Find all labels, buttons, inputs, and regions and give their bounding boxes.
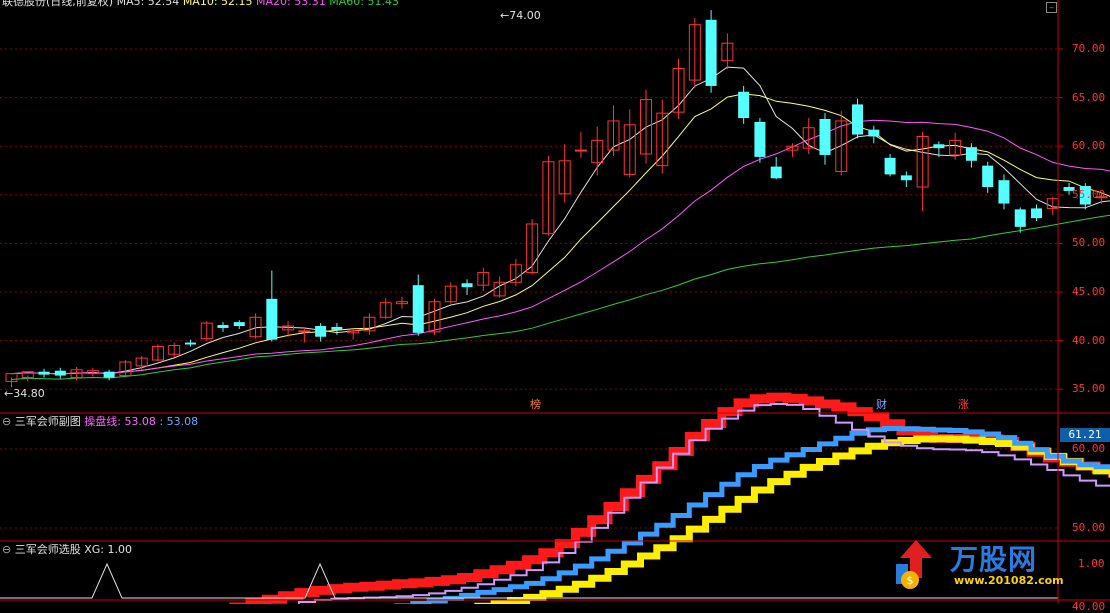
axis-tick-label: 70.00 bbox=[1072, 42, 1105, 55]
signal-axis-label: 1.00 bbox=[1078, 557, 1105, 570]
ops-line-value-2: 53.08 bbox=[167, 415, 199, 428]
axis-tick-label: 60.00 bbox=[1072, 139, 1105, 152]
stock-title: 联德股份(日线,前复权) bbox=[2, 0, 113, 8]
candle-body bbox=[234, 322, 245, 326]
ops-line-label: 操盘线: bbox=[84, 415, 121, 428]
candle-body bbox=[998, 180, 1009, 203]
signal-panel-header: ⊖ 三军会师选股 XG: 1.00 bbox=[2, 543, 132, 556]
candle-body bbox=[39, 372, 50, 375]
candle-body bbox=[413, 285, 424, 333]
candle-body bbox=[852, 104, 863, 134]
candle-body bbox=[315, 326, 326, 337]
ma10-value: MA10: 52.15 bbox=[183, 0, 253, 8]
xg-value: XG: 1.00 bbox=[84, 543, 132, 556]
candle-body bbox=[299, 331, 310, 332]
candle-body bbox=[1015, 209, 1026, 226]
tag-finance[interactable]: 财 bbox=[874, 398, 889, 411]
logo-url: www.201082.com bbox=[954, 574, 1064, 587]
site-logo: $ 万股网 www.201082.com bbox=[888, 534, 1058, 594]
sub-axis-tick-label: 40.00 bbox=[1072, 600, 1105, 613]
candle-body bbox=[885, 158, 896, 175]
low-price-arrow-icon: ← bbox=[4, 387, 13, 400]
ops-line-sep: : bbox=[159, 415, 163, 428]
axis-tick-label: 40.00 bbox=[1072, 334, 1105, 347]
candle-body bbox=[266, 299, 277, 340]
candle-body bbox=[185, 343, 196, 345]
axis-frame bbox=[0, 0, 1110, 604]
grid-lines bbox=[0, 49, 1063, 389]
ma5-line bbox=[12, 67, 1110, 374]
signal-panel-title: 三军会师选股 bbox=[15, 543, 81, 556]
candle-body bbox=[868, 130, 879, 137]
candle-body bbox=[738, 92, 749, 118]
ma5-value: MA5: 52.54 bbox=[117, 0, 180, 8]
ma20-line bbox=[12, 120, 1110, 374]
candle-body bbox=[331, 327, 342, 330]
candle-body bbox=[966, 147, 977, 161]
candle-body bbox=[706, 20, 717, 86]
candle-body bbox=[901, 175, 912, 180]
low-price-label: ←34.80 bbox=[4, 387, 45, 400]
candle-body bbox=[982, 166, 993, 187]
axis-tick-label: 65.00 bbox=[1072, 91, 1105, 104]
candle-body bbox=[1031, 208, 1042, 218]
ma60-value: MA60: 51.43 bbox=[329, 0, 399, 8]
axis-tick-label: 35.00 bbox=[1072, 382, 1105, 395]
axis-tick-label: 50.00 bbox=[1072, 236, 1105, 249]
current-price-badge: 61.21 bbox=[1060, 428, 1110, 442]
ma20-value: MA20: 53.31 bbox=[256, 0, 326, 8]
ops-line-value: 53.08 bbox=[124, 415, 156, 428]
stock-chart-window bbox=[0, 0, 1110, 604]
high-price-arrow-icon: ← bbox=[500, 9, 509, 22]
candle-body bbox=[771, 167, 782, 179]
candle-body bbox=[575, 150, 586, 151]
high-price-label: ←74.00 bbox=[500, 9, 541, 22]
candle-body bbox=[462, 283, 473, 287]
tag-ranking[interactable]: 榜 bbox=[528, 398, 543, 411]
logo-arrow-icon: $ bbox=[888, 534, 948, 594]
sub-axis-tick-label: 60.00 bbox=[1072, 442, 1105, 455]
axis-tick-label: 55.00 bbox=[1072, 188, 1105, 201]
candle-body bbox=[754, 122, 765, 157]
candle-body bbox=[104, 372, 115, 378]
collapse-icon[interactable]: ‒ bbox=[1046, 2, 1057, 13]
axis-tick-label: 45.00 bbox=[1072, 285, 1105, 298]
ma10-line bbox=[12, 94, 1110, 374]
logo-text: 万股网 bbox=[950, 538, 1037, 578]
candlestick-series[interactable] bbox=[6, 10, 1110, 387]
expand-icon-2[interactable]: ⊖ bbox=[2, 543, 11, 556]
candle-body bbox=[218, 325, 229, 328]
moving-average-lines bbox=[12, 67, 1110, 379]
tag-limit-up[interactable]: 涨 bbox=[956, 398, 971, 411]
candle-body bbox=[933, 144, 944, 148]
sub-panel-header: ⊖ 三军会师副图 操盘线: 53.08 : 53.08 bbox=[2, 415, 198, 428]
candle-body bbox=[820, 119, 831, 155]
chart-header: 联德股份(日线,前复权) MA5: 52.54 MA10: 52.15 MA20… bbox=[2, 0, 399, 8]
sub-axis-tick-label: 50.00 bbox=[1072, 521, 1105, 534]
expand-icon[interactable]: ⊖ bbox=[2, 415, 11, 428]
sub-panel-title: 三军会师副图 bbox=[15, 415, 81, 428]
svg-text:$: $ bbox=[907, 574, 914, 587]
candle-body bbox=[55, 371, 66, 376]
